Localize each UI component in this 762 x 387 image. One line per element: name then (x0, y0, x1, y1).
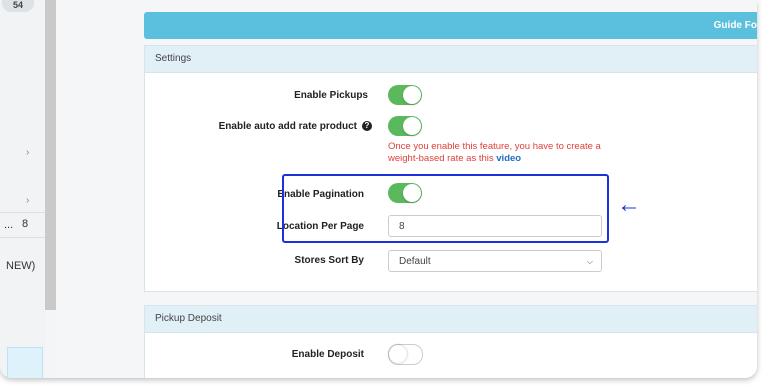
chevron-right-icon[interactable]: › (26, 147, 29, 158)
sidebar-item-text[interactable]: ... (4, 219, 13, 231)
note-line-1: Once you enable this feature, you have t… (388, 141, 601, 152)
chevron-down-icon: ⌵ (586, 257, 593, 266)
video-link[interactable]: video (496, 153, 521, 164)
chevron-right-icon[interactable]: › (26, 195, 29, 206)
enable-deposit-label: Enable Deposit (291, 349, 364, 360)
settings-title: Settings (145, 46, 757, 73)
stores-sort-by-select[interactable]: Default ⌵ (388, 250, 602, 272)
pickup-deposit-panel: Pickup Deposit (144, 305, 757, 378)
sidebar: 54 › › ... 8 NEW) (0, 0, 45, 378)
sidebar-item-label[interactable]: NEW) (6, 260, 35, 272)
sidebar-active-item[interactable] (7, 347, 43, 378)
toggle-knob (389, 345, 407, 363)
stores-sort-by-label: Stores Sort By (294, 255, 364, 266)
highlight-box (282, 174, 609, 243)
user-icon[interactable]: 8 (22, 218, 28, 230)
enable-deposit-toggle[interactable] (388, 344, 423, 365)
enable-pickups-label: Enable Pickups (294, 90, 368, 101)
scrollbar[interactable] (45, 0, 56, 310)
guide-banner[interactable]: Guide Fo (144, 12, 757, 39)
guide-label[interactable]: Guide Fo (714, 20, 757, 31)
toggle-knob (403, 86, 421, 104)
count-badge: 54 (2, 0, 34, 12)
note-line-2: weight-based rate as this (388, 153, 494, 164)
enable-pickups-toggle[interactable] (388, 85, 422, 105)
stores-sort-by-value: Default (399, 256, 431, 267)
help-icon[interactable]: ? (362, 121, 372, 131)
divider (0, 212, 45, 213)
auto-add-note: Once you enable this feature, you have t… (388, 141, 601, 165)
arrow-left-icon: ← (617, 191, 641, 218)
toggle-knob (403, 117, 421, 135)
enable-auto-add-toggle[interactable] (388, 116, 422, 136)
divider (0, 237, 45, 238)
pickup-deposit-title: Pickup Deposit (145, 306, 757, 333)
enable-auto-add-label: Enable auto add rate product (218, 121, 357, 132)
app-window: 54 › › ... 8 NEW) Guide Fo Settings Pick… (0, 0, 757, 378)
